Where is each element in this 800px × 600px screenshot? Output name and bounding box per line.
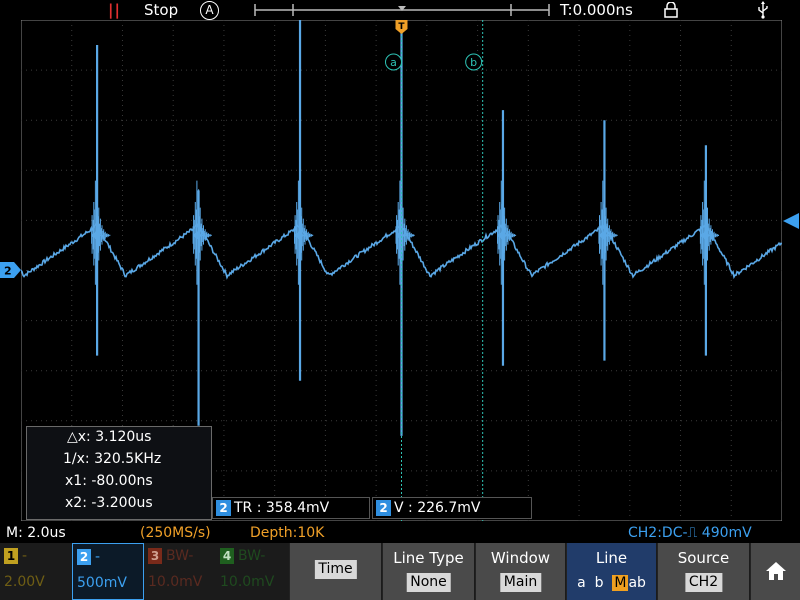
auto-trigger-icon: A	[200, 1, 219, 20]
time-value: Time	[314, 560, 357, 579]
line-option-a: a	[577, 575, 586, 591]
measurement-channel-badge: 2	[376, 500, 391, 516]
line-type-title: Line Type	[393, 549, 464, 567]
ch2-offset-marker[interactable]: 2	[0, 262, 22, 278]
home-icon	[766, 562, 786, 580]
svg-text:b: b	[470, 56, 477, 69]
line-option-ab: ab	[628, 575, 646, 591]
channel-coupling: BW-	[238, 548, 266, 564]
bottom-menu: 1 - 2.00V 2 - 500mV 3 BW- 10.0mV 4 BW- 1…	[0, 543, 800, 600]
channel-coupling: BW-	[166, 548, 194, 564]
line-options: a b Mab	[567, 575, 656, 591]
time-button[interactable]: Time	[289, 543, 381, 600]
channel-coupling: -	[22, 548, 28, 564]
line-title: Line	[595, 549, 628, 567]
channel-coupling: -	[95, 549, 101, 565]
memory-depth: Depth:10K	[250, 525, 325, 541]
measurement-channel-badge: 2	[216, 500, 231, 516]
channel-number: 1	[4, 548, 18, 564]
svg-text:T: T	[398, 22, 405, 32]
channel-number: 4	[220, 548, 234, 564]
channel-scale: 500mV	[77, 575, 127, 591]
cursor-readout-box: △x: 3.120us 1/x: 320.5KHz x1: -80.00ns x…	[26, 426, 212, 520]
window-button[interactable]: Window Main	[475, 543, 565, 600]
sample-rate: (250MS/s)	[140, 525, 211, 541]
status-bar: || Stop A T:0.000ns	[0, 0, 800, 20]
source-value: CH2	[684, 573, 723, 592]
run-state[interactable]: Stop	[144, 1, 178, 19]
line-button[interactable]: Line a b Mab	[566, 543, 656, 600]
cursor-x1: x1: -80.00ns	[65, 473, 153, 489]
lock-icon	[664, 2, 678, 18]
channel-3-button[interactable]: 3 BW- 10.0mV	[144, 543, 216, 600]
timebase: M: 2.0us	[6, 525, 66, 541]
window-value: Main	[499, 573, 542, 592]
channel-4-button[interactable]: 4 BW- 10.0mV	[216, 543, 288, 600]
home-button[interactable]	[750, 543, 800, 600]
horizontal-status: M: 2.0us (250MS/s) Depth:10K CH2:DC-⎍ 49…	[0, 523, 800, 542]
svg-text:2: 2	[4, 265, 12, 278]
source-button[interactable]: Source CH2	[657, 543, 749, 600]
measurement-value: V : 226.7mV	[394, 500, 481, 516]
measurement-tr: 2 TR : 358.4mV	[212, 497, 370, 519]
channel-1-button[interactable]: 1 - 2.00V	[0, 543, 72, 600]
time-position: T:0.000ns	[560, 1, 633, 19]
window-title: Window	[490, 549, 551, 567]
channel-2-button[interactable]: 2 - 500mV	[72, 543, 144, 600]
usb-icon	[758, 1, 768, 19]
channel-scale: 10.0mV	[220, 574, 275, 590]
line-option-m: M	[612, 575, 629, 591]
horizontal-position-bar[interactable]	[254, 3, 550, 17]
trigger-info: CH2:DC-⎍ 490mV	[628, 525, 752, 541]
channel-number: 2	[77, 549, 91, 565]
measurement-value: TR : 358.4mV	[234, 500, 330, 516]
line-type-value: None	[406, 573, 451, 592]
pause-icon[interactable]: ||	[108, 1, 121, 19]
svg-text:a: a	[390, 56, 397, 69]
channel-number: 3	[148, 548, 162, 564]
channel-scale: 10.0mV	[148, 574, 203, 590]
trigger-level-marker[interactable]	[783, 213, 800, 229]
source-title: Source	[677, 549, 730, 567]
line-type-button[interactable]: Line Type None	[382, 543, 474, 600]
cursor-inverse-delta-x: 1/x: 320.5KHz	[63, 451, 162, 467]
cursor-b-label[interactable]: b	[465, 53, 483, 71]
measurement-v: 2V : 226.7mV	[372, 497, 532, 519]
channel-scale: 2.00V	[4, 574, 45, 590]
cursor-a-label[interactable]: a	[385, 53, 402, 71]
cursor-delta-x: △x: 3.120us	[67, 429, 152, 445]
line-option-b: b	[594, 575, 604, 591]
